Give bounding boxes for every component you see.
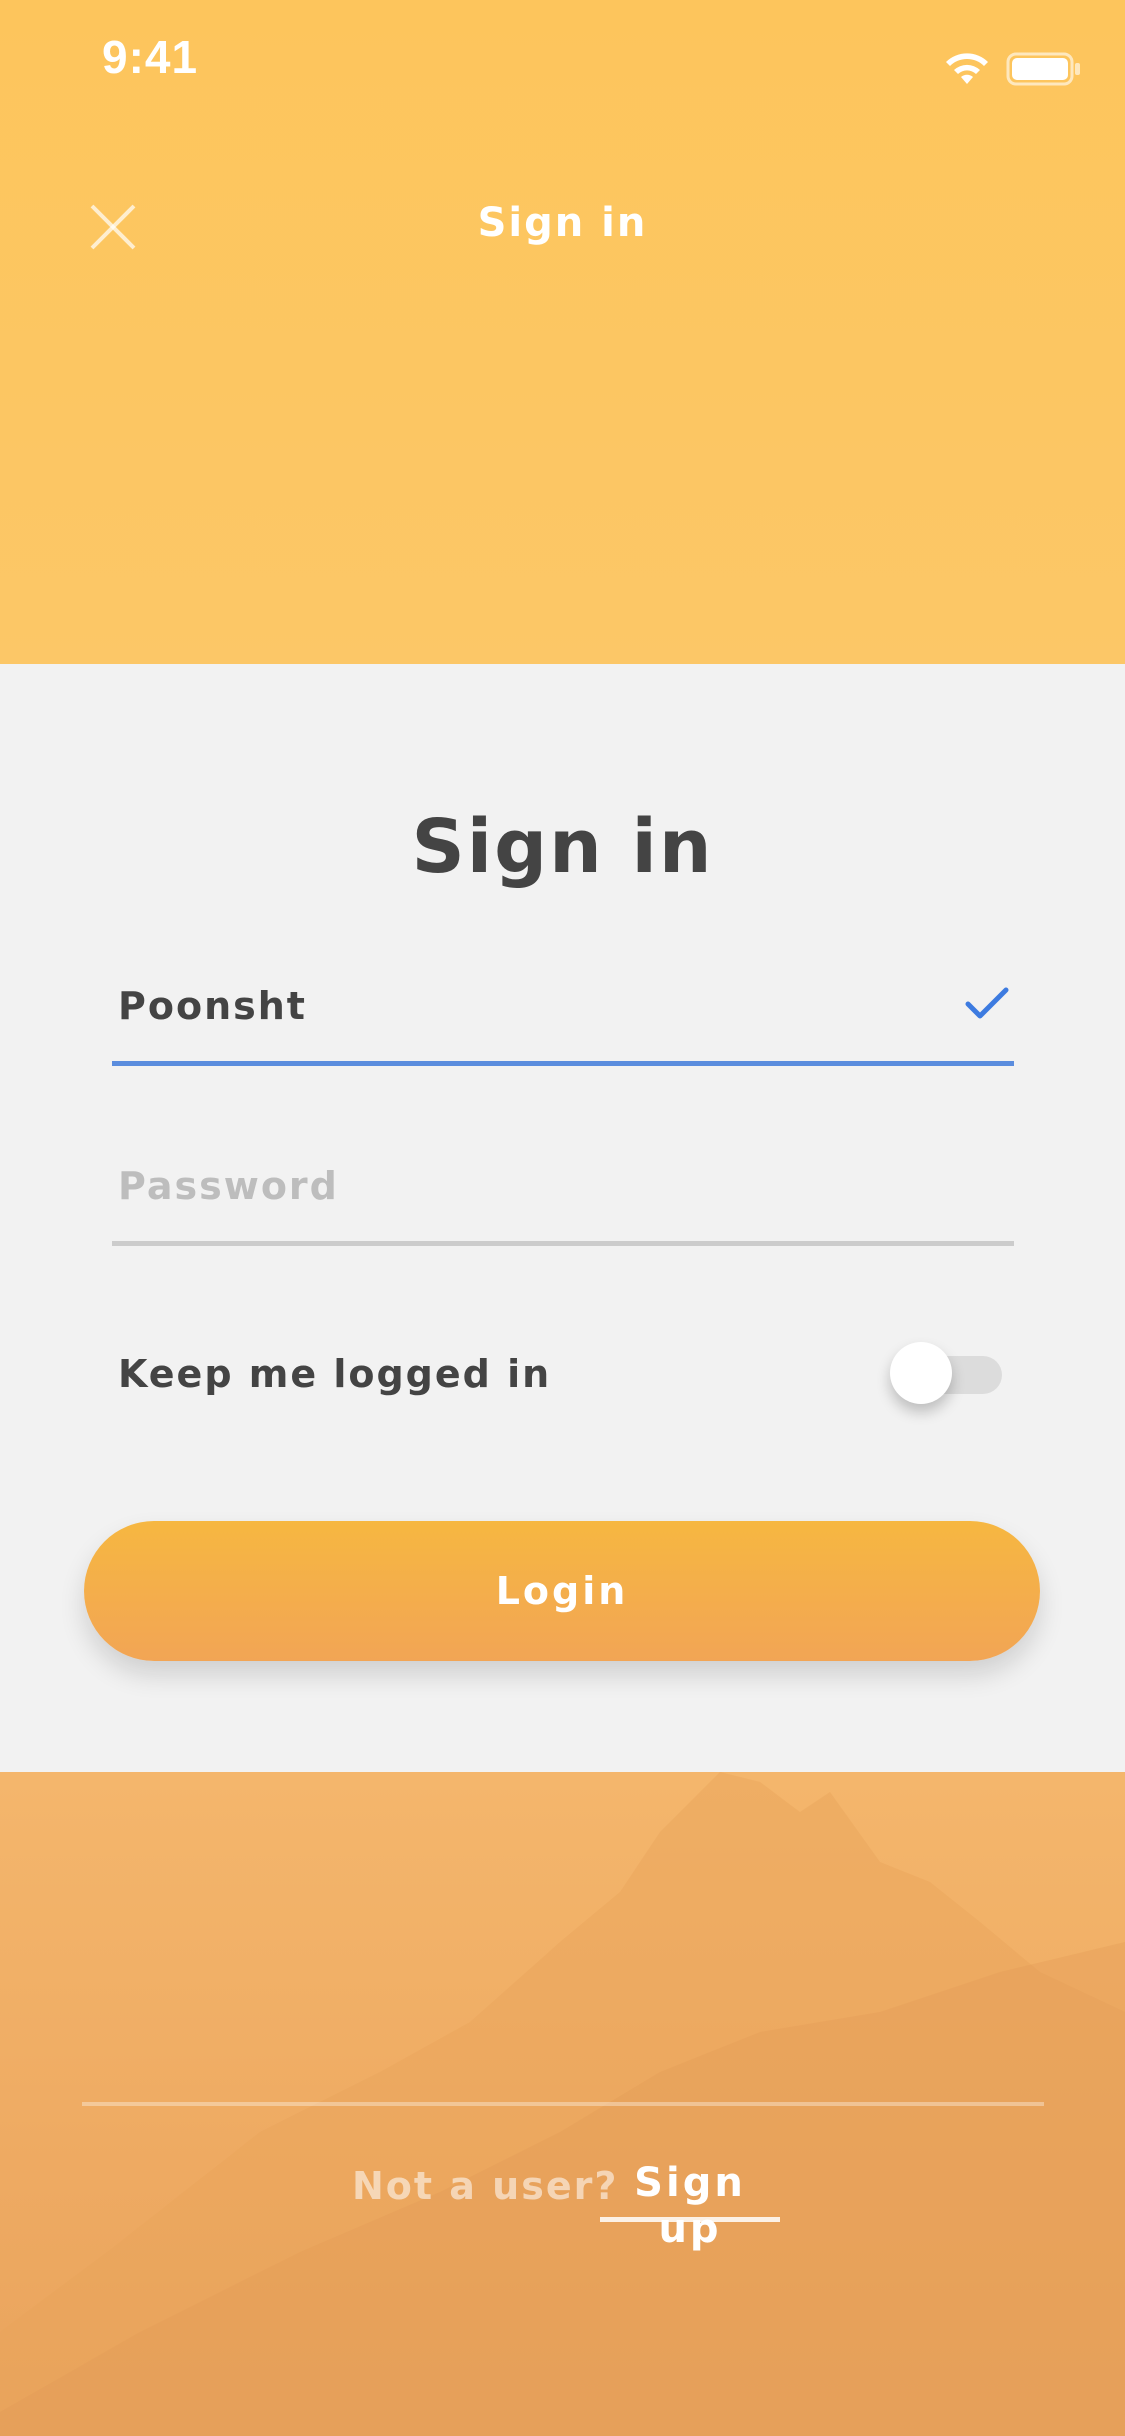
not-a-user-text: Not a user? bbox=[352, 2164, 619, 2208]
login-button[interactable]: Login bbox=[84, 1521, 1040, 1661]
password-field bbox=[112, 1134, 1014, 1246]
sign-in-card: Sign in Keep me logged in Login bbox=[0, 664, 1125, 1772]
username-field bbox=[112, 954, 1014, 1066]
footer-divider bbox=[82, 2102, 1044, 2106]
checkmark-icon bbox=[965, 987, 1009, 1019]
wifi-icon bbox=[946, 53, 988, 84]
password-input[interactable] bbox=[118, 1156, 938, 1216]
form-title: Sign in bbox=[411, 804, 714, 890]
toggle-knob bbox=[890, 1342, 952, 1404]
header-title: Sign in bbox=[477, 200, 648, 246]
username-input[interactable] bbox=[118, 976, 938, 1036]
keep-logged-in-label: Keep me logged in bbox=[118, 1352, 552, 1396]
status-time: 9:41 bbox=[102, 31, 199, 83]
keep-logged-in-toggle[interactable] bbox=[890, 1340, 1010, 1404]
header-background bbox=[0, 0, 1125, 664]
sign-up-link[interactable]: Sign up bbox=[600, 2160, 780, 2252]
battery-icon bbox=[1006, 52, 1080, 86]
